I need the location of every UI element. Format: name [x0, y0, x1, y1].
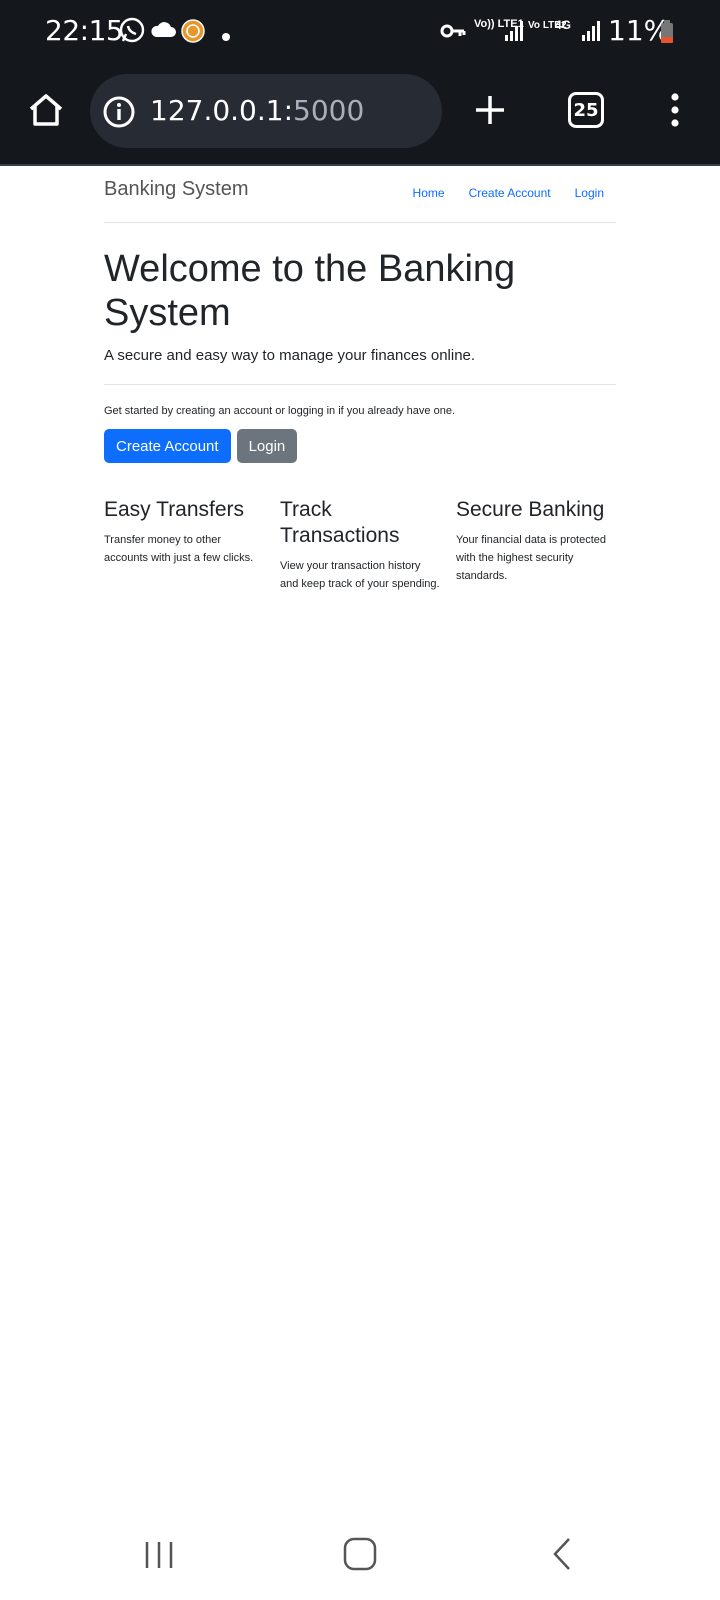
site-navbar: Banking System Home Create Account Login: [104, 166, 616, 223]
back-icon: [553, 1538, 570, 1570]
page-title: Welcome to the Banking System: [104, 248, 516, 334]
hero-actions: Create Account Login: [104, 429, 616, 463]
status-bar: 22:15 Vo)) LTE1 Vo LTE2 4G 11%: [0, 0, 720, 64]
tab-switcher-button[interactable]: 25: [566, 90, 606, 130]
battery-icon: [660, 20, 674, 49]
nav-link-home[interactable]: Home: [413, 186, 445, 200]
more-vert-icon: [671, 93, 679, 127]
cloud-icon: [150, 20, 176, 43]
login-button[interactable]: Login: [236, 429, 298, 463]
feature-title: Easy Transfers: [104, 498, 245, 521]
status-time: 22:15: [45, 14, 124, 47]
feature-text: View your transaction history and keep t…: [280, 560, 440, 590]
network-type-label: 4G: [555, 18, 572, 32]
dot-icon: [222, 28, 230, 46]
site-brand[interactable]: Banking System: [104, 178, 249, 201]
feature-title: Track Transactions: [280, 498, 400, 547]
whatsapp-icon: [118, 16, 146, 49]
app-notification-icon: [181, 19, 205, 48]
page-content: Banking System Home Create Account Login…: [104, 166, 616, 593]
url-port: 5000: [293, 94, 365, 127]
create-account-button[interactable]: Create Account: [104, 429, 231, 463]
feature-text: Transfer money to other accounts with ju…: [104, 534, 254, 564]
home-nav-icon: [343, 1537, 377, 1571]
nav-link-login[interactable]: Login: [575, 186, 604, 200]
vpn-key-icon: [440, 22, 466, 45]
tab-count: 25: [568, 92, 604, 128]
hero-prompt: Get started by creating an account or lo…: [104, 405, 455, 417]
system-navigation-bar: [0, 1520, 720, 1600]
signal-2-icon: [580, 19, 602, 48]
nav-link-create-account[interactable]: Create Account: [469, 186, 551, 200]
recent-apps-icon: [145, 1542, 173, 1568]
url-host: 127.0.0.1:: [150, 94, 294, 127]
new-tab-button[interactable]: [470, 90, 510, 130]
feature-track-transactions: Track Transactions View your transaction…: [280, 497, 440, 593]
divider: [104, 384, 616, 385]
menu-button[interactable]: [660, 90, 690, 130]
nav-links: Home Create Account Login: [413, 186, 604, 200]
signal-1-icon: [503, 19, 525, 48]
feature-secure-banking: Secure Banking Your financial data is pr…: [456, 497, 616, 593]
back-button[interactable]: [550, 1536, 574, 1577]
home-nav-button[interactable]: [342, 1536, 378, 1577]
plus-icon: [476, 96, 504, 124]
home-icon: [29, 94, 63, 126]
feature-title: Secure Banking: [456, 498, 605, 521]
features-row: Easy Transfers Transfer money to other a…: [104, 497, 616, 593]
feature-easy-transfers: Easy Transfers Transfer money to other a…: [104, 497, 264, 593]
address-bar[interactable]: 127.0.0.1:5000: [90, 74, 442, 148]
site-info-icon[interactable]: [102, 95, 136, 134]
feature-text: Your financial data is protected with th…: [456, 534, 607, 582]
url-text: 127.0.0.1:5000: [150, 94, 364, 127]
recent-apps-button[interactable]: [142, 1538, 176, 1577]
home-button[interactable]: [24, 88, 68, 132]
browser-toolbar: 127.0.0.1:5000 25: [0, 64, 720, 166]
hero-lead: A secure and easy way to manage your fin…: [104, 347, 476, 364]
